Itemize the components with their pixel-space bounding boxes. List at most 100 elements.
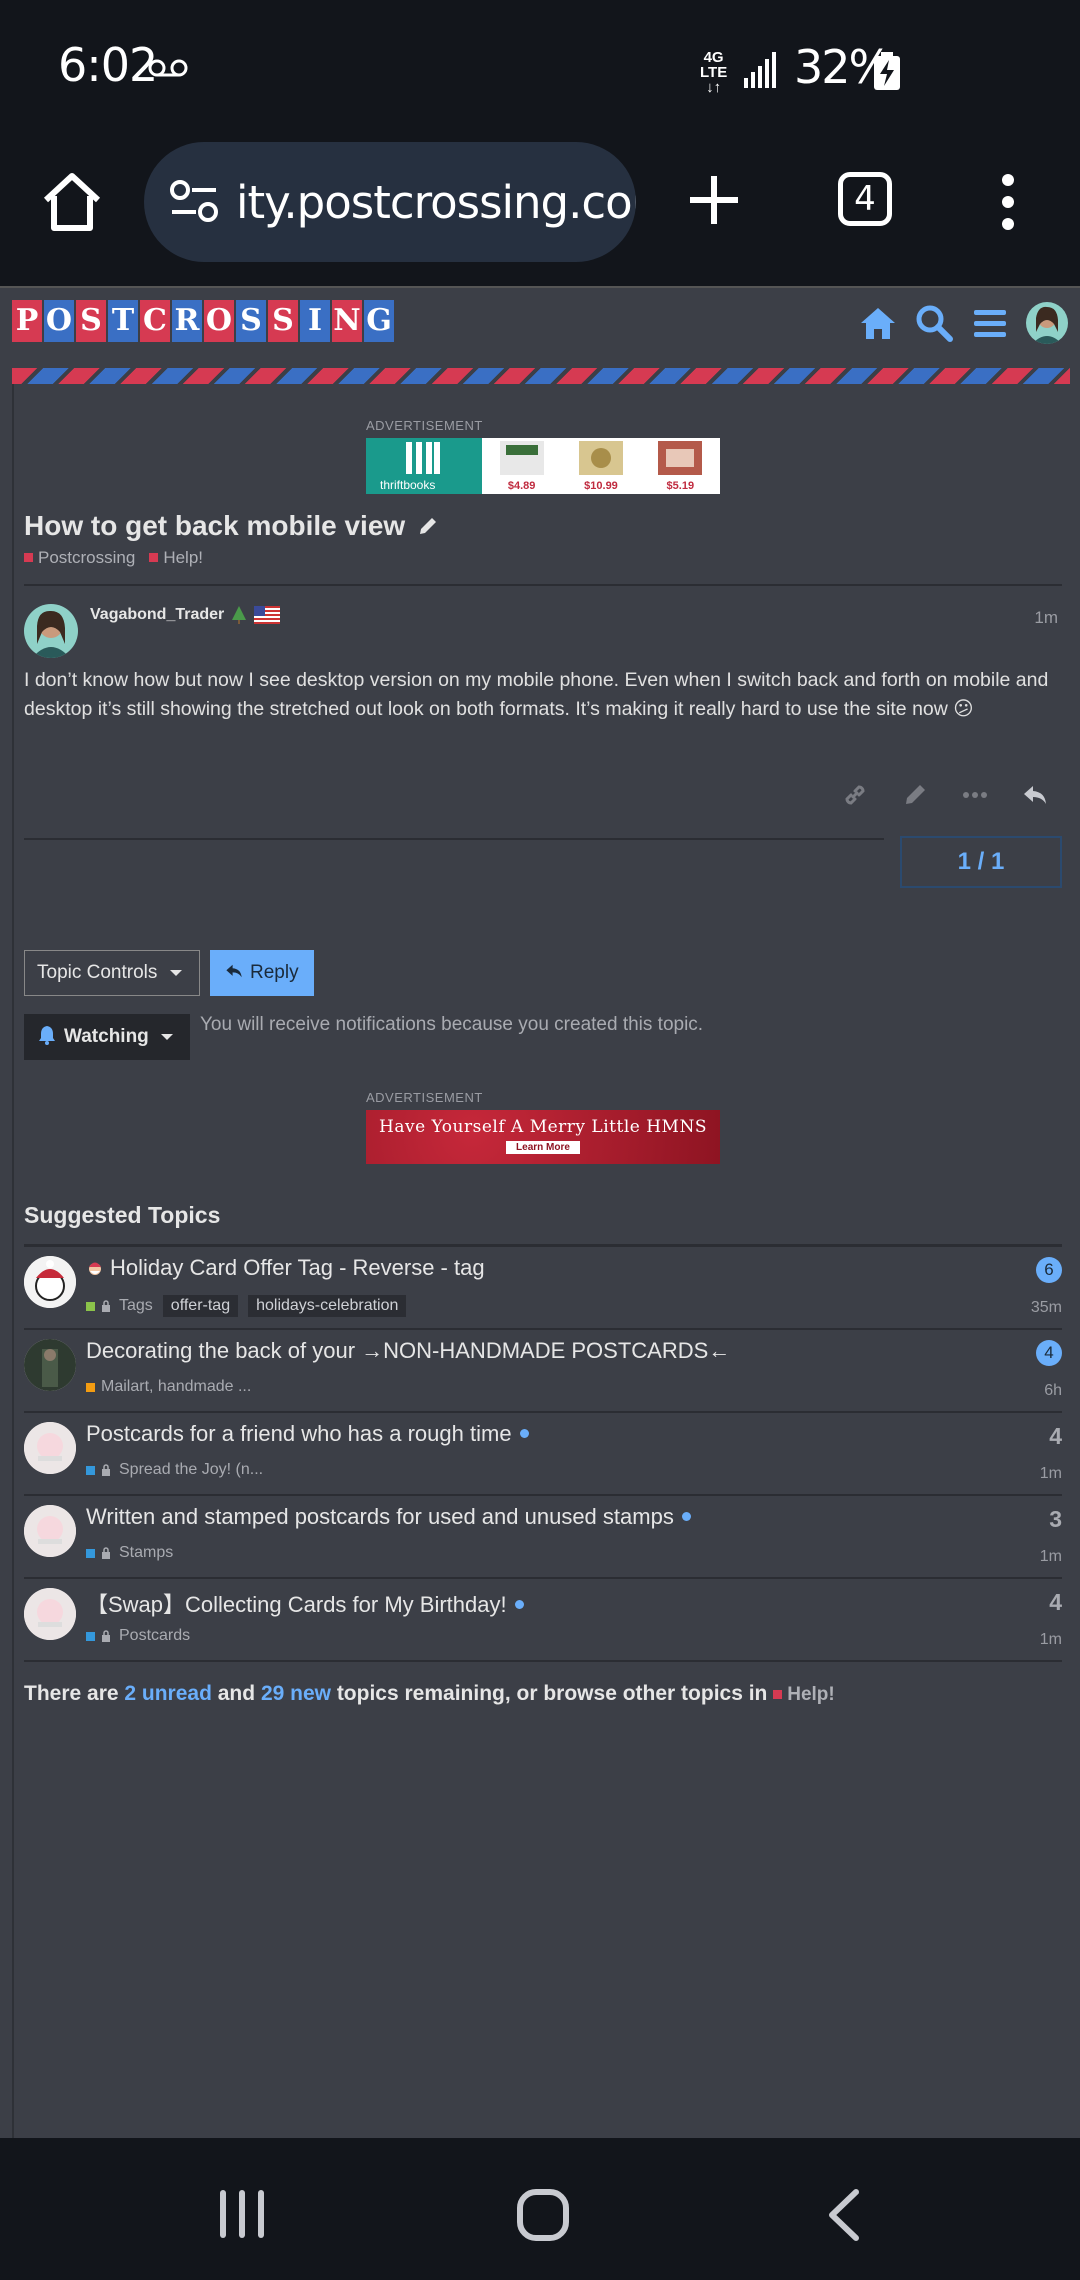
logo-letter: C — [140, 300, 170, 342]
topic-tag[interactable]: holidays-celebration — [248, 1295, 407, 1317]
topic-category[interactable]: Mailart, handmade ... — [101, 1378, 251, 1396]
category-link[interactable]: Help! — [773, 1684, 835, 1705]
reply-icon[interactable] — [1022, 782, 1048, 808]
suggested-topic-title[interactable]: Postcards for a friend who has a rough t… — [86, 1421, 529, 1447]
new-posts-badge[interactable]: 4 — [1036, 1340, 1062, 1366]
lock-icon — [102, 1464, 110, 1476]
post-author[interactable]: Vagabond_Trader — [90, 606, 281, 624]
advertisement-banner[interactable]: thriftbooks $4.89 $10.99 $5.19 — [366, 438, 720, 494]
back-icon[interactable] — [824, 2188, 864, 2242]
lock-icon — [102, 1630, 110, 1642]
topic-category[interactable]: Stamps — [119, 1544, 173, 1562]
suggested-topic-title[interactable]: Decorating the back of your →NON-HANDMAD… — [86, 1338, 730, 1364]
ad-price: $10.99 — [584, 480, 618, 492]
suggested-topic-row[interactable]: Holiday Card Offer Tag - Reverse - tag Ta… — [24, 1247, 1062, 1330]
topic-poster-avatar[interactable] — [24, 1588, 76, 1640]
chevron-down-icon — [161, 1034, 174, 1040]
suggested-topic-title[interactable]: Written and stamped postcards for used a… — [86, 1504, 691, 1530]
notification-level-button[interactable]: Watching — [24, 1014, 190, 1060]
search-icon[interactable] — [914, 303, 954, 343]
ad-label: ADVERTISEMENT — [366, 418, 483, 433]
category-link[interactable]: Help! — [149, 548, 203, 568]
web-page: POSTCROSSING ADVERTISEMENT thriftbooks $… — [0, 286, 1080, 2138]
logo-letter: O — [44, 300, 74, 342]
suggested-topic-row[interactable]: 【Swap】Collecting Cards for My Birthday! P… — [24, 1579, 1062, 1662]
topic-timeline-position[interactable]: 1 / 1 — [900, 836, 1062, 888]
ad-learn-more[interactable]: Learn More — [506, 1141, 580, 1154]
voicemail-icon — [148, 59, 188, 77]
network-type-icon: 4G LTE ↓↑ — [700, 49, 728, 96]
divider — [24, 584, 1062, 586]
home-icon[interactable] — [858, 303, 898, 343]
site-settings-icon[interactable] — [168, 180, 220, 224]
category-link[interactable]: Postcrossing — [24, 548, 135, 568]
edit-icon[interactable] — [902, 782, 928, 808]
post-timestamp[interactable]: 1m — [1034, 608, 1058, 628]
chevron-down-icon — [169, 970, 182, 976]
topic-title: How to get back mobile view — [24, 510, 439, 542]
topic-age: 35m — [1030, 1299, 1062, 1316]
logo-letter: N — [332, 300, 362, 342]
post-author-avatar[interactable] — [24, 604, 78, 658]
lock-icon — [102, 1547, 110, 1559]
topic-meta: Tags offer-tag holidays-celebration — [86, 1295, 407, 1317]
reply-button[interactable]: Reply — [210, 950, 314, 996]
topic-tag[interactable]: offer-tag — [162, 1295, 239, 1317]
santa-icon — [89, 1262, 101, 1275]
thriftbooks-logo: thriftbooks — [366, 438, 482, 494]
suggested-topic-title[interactable]: 【Swap】Collecting Cards for My Birthday! — [86, 1587, 524, 1619]
home-icon[interactable] — [40, 170, 104, 234]
home-nav-icon[interactable] — [516, 2188, 570, 2242]
recent-apps-icon[interactable] — [216, 2188, 268, 2240]
topic-category[interactable]: Spread the Joy! (n... — [119, 1461, 263, 1479]
advertisement-banner[interactable]: Have Yourself A Merry Little HMNS Learn … — [366, 1110, 720, 1164]
topic-category[interactable]: Postcards — [119, 1627, 190, 1645]
suggested-topic-row[interactable]: Decorating the back of your →NON-HANDMAD… — [24, 1330, 1062, 1413]
new-tab-icon[interactable] — [686, 172, 742, 228]
hamburger-menu-icon[interactable] — [970, 303, 1010, 343]
user-avatar[interactable] — [1026, 302, 1068, 344]
us-flag-icon — [254, 606, 281, 624]
topic-poster-avatar[interactable] — [24, 1339, 76, 1391]
logo-letter: R — [172, 300, 202, 342]
topic-meta: Spread the Joy! (n... — [86, 1461, 263, 1479]
postcrossing-logo[interactable]: POSTCROSSING — [12, 300, 396, 342]
logo-letter: P — [12, 300, 42, 342]
suggested-topics-list: Holiday Card Offer Tag - Reverse - tag Ta… — [24, 1244, 1062, 1662]
ad-price: $5.19 — [666, 480, 695, 492]
reply-count: 3 — [1049, 1506, 1062, 1532]
topic-category[interactable]: Tags — [119, 1297, 153, 1315]
link-icon[interactable] — [842, 782, 868, 808]
topic-poster-avatar[interactable] — [24, 1505, 76, 1557]
bell-icon — [39, 1026, 55, 1045]
unread-dot — [519, 1429, 529, 1438]
main-content: ADVERTISEMENT thriftbooks $4.89 $10.99 $… — [12, 384, 1070, 2138]
address-bar[interactable]: ity.postcrossing.com — [144, 142, 636, 262]
ad-price: $4.89 — [507, 480, 536, 492]
logo-letter: T — [108, 300, 138, 342]
topic-poster-avatar[interactable] — [24, 1422, 76, 1474]
suggested-topic-row[interactable]: Written and stamped postcards for used a… — [24, 1496, 1062, 1579]
topic-age: 6h — [1044, 1382, 1062, 1399]
site-header: POSTCROSSING — [0, 286, 1080, 368]
logo-letter: I — [300, 300, 330, 342]
more-menu-icon[interactable] — [996, 172, 1020, 232]
new-link[interactable]: 29 new — [261, 1682, 331, 1705]
more-options-icon[interactable] — [962, 782, 988, 808]
reply-count: 4 — [1049, 1589, 1062, 1615]
topic-categories: Postcrossing Help! — [24, 548, 203, 568]
topic-controls-button[interactable]: Topic Controls — [24, 950, 200, 996]
unread-link[interactable]: 2 unread — [124, 1682, 212, 1705]
logo-letter: O — [204, 300, 234, 342]
suggested-topic-row[interactable]: Postcards for a friend who has a rough t… — [24, 1413, 1062, 1496]
browser-toolbar: ity.postcrossing.com 4 — [0, 136, 1080, 286]
topic-poster-avatar[interactable] — [24, 1256, 76, 1308]
tab-switcher-button[interactable]: 4 — [838, 172, 892, 226]
suggested-topic-title[interactable]: Holiday Card Offer Tag - Reverse - tag — [86, 1255, 485, 1281]
logo-letter: G — [364, 300, 394, 342]
edit-pencil-icon[interactable] — [417, 515, 439, 537]
new-posts-badge[interactable]: 6 — [1036, 1257, 1062, 1283]
battery-charging-icon — [874, 52, 900, 90]
tree-icon — [232, 606, 247, 624]
airmail-stripe — [12, 368, 1070, 384]
